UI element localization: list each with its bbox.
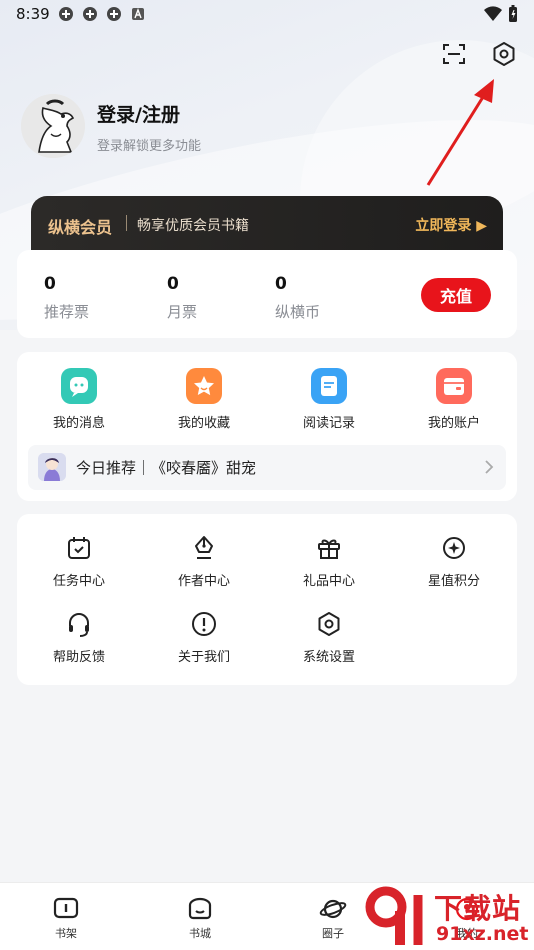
vip-divider	[126, 215, 127, 231]
task-center-item[interactable]: 任务中心	[29, 534, 129, 589]
annotation-arrow	[426, 79, 494, 186]
scan-icon[interactable]	[440, 40, 468, 68]
settings-icon[interactable]	[490, 40, 518, 68]
reading-history-item[interactable]: 阅读记录	[279, 368, 379, 431]
wallet-card: 0 推荐票 0 月票 0 纵横币 充值	[17, 250, 517, 338]
watermark: 下载站 91xz.net	[362, 885, 534, 950]
watermark-url: 91xz.net	[436, 923, 529, 945]
gift-icon	[318, 539, 340, 559]
wifi-icon	[484, 6, 502, 22]
coin-stat[interactable]: 0 纵横币	[275, 274, 320, 322]
app-notification-icon	[107, 7, 121, 21]
vip-name: 纵横会员	[48, 218, 113, 237]
my-account-label: 我的账户	[427, 416, 480, 431]
settings-icon	[318, 612, 340, 636]
nav-bookshelf[interactable]: 书架	[36, 897, 96, 941]
keyboard-notification-icon	[132, 8, 144, 20]
daily-recommendation[interactable]: 今日推荐｜《咬春靥》甜宠	[28, 445, 506, 490]
status-bar: 8:39	[0, 0, 534, 28]
task-center-label: 任务中心	[52, 574, 105, 589]
star-diamond-icon	[443, 537, 465, 559]
bookshelf-icon	[53, 897, 79, 919]
services-card: 任务中心 作者中心 礼品中心 星值积分 帮助反馈 关于我们 系统设置	[17, 514, 517, 685]
recommend-ticket-count: 0	[44, 274, 56, 294]
recommendation-text: 今日推荐｜《咬春靥》甜宠	[76, 459, 257, 477]
gift-center-item[interactable]: 礼品中心	[279, 534, 379, 589]
my-messages-item[interactable]: 我的消息	[29, 368, 129, 431]
help-feedback-item[interactable]: 帮助反馈	[29, 610, 129, 665]
vip-banner[interactable]: 纵横会员 畅享优质会员书籍 立即登录 ▶	[31, 196, 503, 254]
my-favorites-label: 我的收藏	[177, 416, 230, 431]
star-icon	[186, 368, 222, 404]
login-register-title[interactable]: 登录/注册	[97, 100, 180, 127]
wallet-icon	[436, 368, 472, 404]
system-settings-label: 系统设置	[302, 650, 355, 665]
watermark-title: 下载站	[434, 892, 522, 925]
features-card: 我的消息 我的收藏 阅读记录 我的账户 今日推荐｜《咬春靥》甜宠	[17, 352, 517, 501]
nav-bookstore-label: 书城	[189, 927, 211, 940]
nav-circle[interactable]: 圈子	[303, 897, 363, 941]
bookstore-icon	[188, 897, 212, 920]
nav-bookstore[interactable]: 书城	[170, 897, 230, 941]
coin-label: 纵横币	[275, 303, 321, 321]
planet-icon	[319, 899, 347, 919]
nav-circle-label: 圈子	[322, 927, 344, 940]
author-center-label: 作者中心	[177, 574, 230, 589]
info-icon	[192, 612, 216, 636]
my-account-item[interactable]: 我的账户	[404, 368, 504, 431]
status-time: 8:39	[16, 5, 50, 23]
coin-count: 0	[275, 274, 287, 294]
system-settings-item[interactable]: 系统设置	[279, 610, 379, 665]
monthly-ticket-stat[interactable]: 0 月票	[167, 274, 197, 322]
battery-icon	[509, 5, 517, 22]
about-us-item[interactable]: 关于我们	[154, 610, 254, 665]
pen-icon	[195, 536, 213, 559]
my-favorites-item[interactable]: 我的收藏	[154, 368, 254, 431]
app-notification-icon	[59, 7, 73, 21]
monthly-ticket-label: 月票	[167, 303, 198, 321]
star-points-item[interactable]: 星值积分	[404, 534, 504, 589]
recommend-ticket-stat[interactable]: 0 推荐票	[44, 274, 89, 322]
watermark-logo	[365, 886, 423, 945]
star-points-label: 星值积分	[427, 574, 480, 589]
calendar-check-icon	[68, 537, 90, 559]
app-notification-icon	[83, 7, 97, 21]
my-messages-label: 我的消息	[52, 416, 105, 431]
gift-center-label: 礼品中心	[302, 574, 355, 589]
headset-icon	[69, 613, 89, 637]
message-icon	[61, 368, 97, 404]
about-us-label: 关于我们	[177, 650, 230, 665]
help-feedback-label: 帮助反馈	[52, 650, 105, 665]
recommendation-cover-icon	[38, 453, 66, 481]
author-center-item[interactable]: 作者中心	[154, 534, 254, 589]
nav-bookshelf-label: 书架	[55, 927, 77, 940]
recommend-ticket-label: 推荐票	[44, 303, 90, 321]
avatar[interactable]	[21, 94, 85, 158]
document-icon	[311, 368, 347, 404]
reading-history-label: 阅读记录	[302, 416, 355, 431]
chevron-right-icon	[485, 460, 494, 474]
vip-description: 畅享优质会员书籍	[137, 218, 249, 234]
monthly-ticket-count: 0	[167, 274, 179, 294]
login-subtitle: 登录解锁更多功能	[97, 139, 202, 154]
vip-login-link[interactable]: 立即登录 ▶	[415, 215, 487, 235]
recharge-button[interactable]: 充值	[421, 278, 491, 312]
